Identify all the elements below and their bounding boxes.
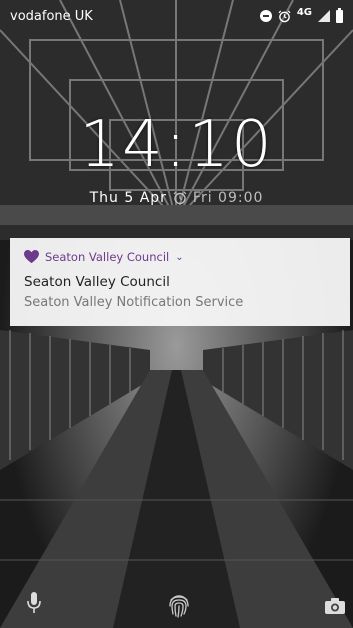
- notification-header[interactable]: Seaton Valley Council ⌄: [24, 250, 336, 264]
- status-bar: vodafone UK 4G: [0, 0, 353, 32]
- camera-icon[interactable]: [325, 598, 345, 614]
- chevron-down-icon[interactable]: ⌄: [175, 252, 183, 263]
- lockscreen-shortcuts: [0, 580, 353, 628]
- alarm-icon: [278, 10, 291, 22]
- do-not-disturb-icon: [259, 10, 272, 22]
- mic-icon[interactable]: [27, 592, 41, 614]
- heart-icon: [24, 250, 39, 264]
- network-type: 4G: [296, 6, 312, 18]
- signal-icon: [318, 10, 330, 22]
- fingerprint-icon[interactable]: [168, 592, 190, 618]
- next-alarm-text: Fri 09:00: [192, 190, 264, 206]
- notification-card[interactable]: Seaton Valley Council ⌄ Seaton Valley Co…: [10, 238, 350, 326]
- next-alarm-icon: [173, 191, 187, 205]
- notification-title: Seaton Valley Council: [24, 274, 170, 290]
- battery-icon: [336, 7, 343, 23]
- carrier-name: vodafone UK: [10, 8, 93, 24]
- lock-clock: 14:10: [79, 108, 274, 182]
- date-row: Thu 5 Apr Fri 09:00: [0, 190, 353, 206]
- notification-text: Seaton Valley Notification Service: [24, 295, 244, 310]
- notification-app-name: Seaton Valley Council: [45, 250, 170, 264]
- status-icons: 4G: [259, 6, 343, 23]
- date-text: Thu 5 Apr: [89, 190, 167, 206]
